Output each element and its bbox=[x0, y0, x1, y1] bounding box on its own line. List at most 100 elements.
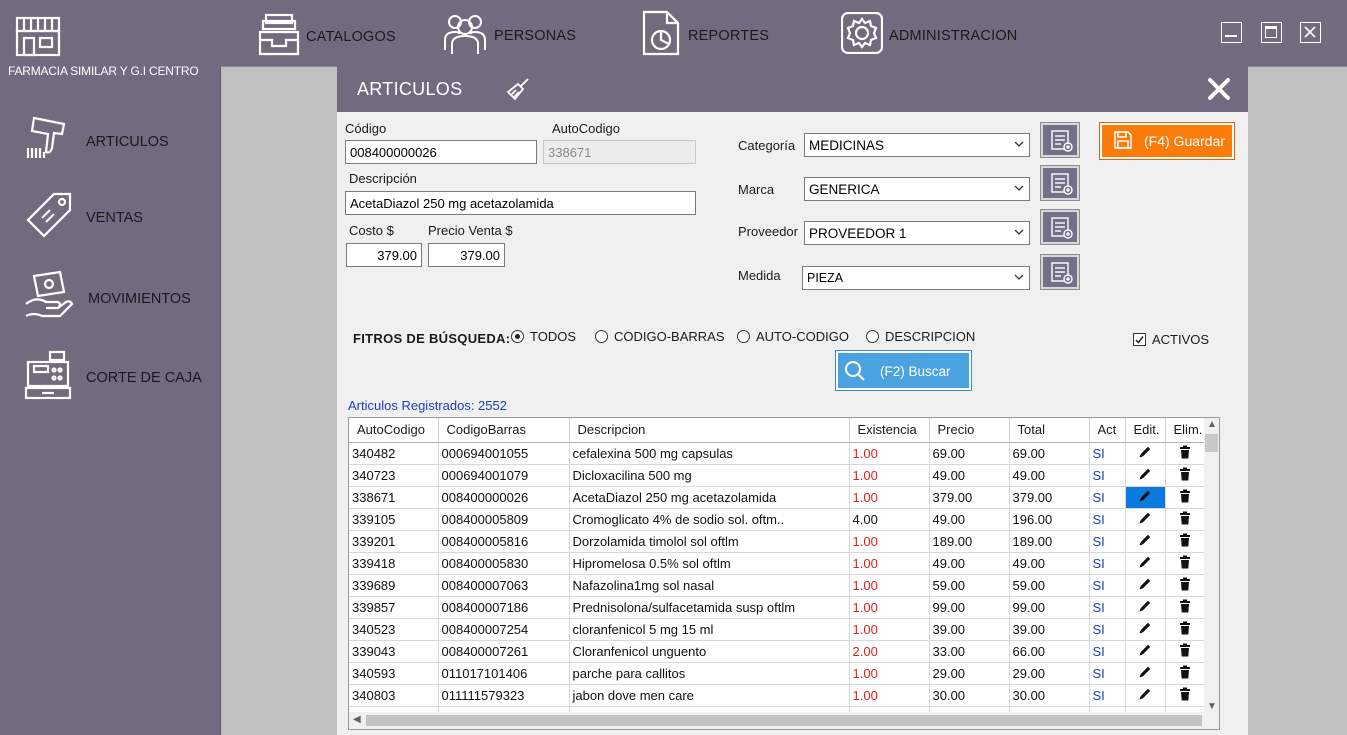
delete-row-button[interactable] bbox=[1165, 530, 1206, 553]
cell-total: 39.00 bbox=[1009, 618, 1090, 641]
costo-input[interactable]: 379.00 bbox=[346, 243, 422, 267]
edit-row-button[interactable] bbox=[1125, 442, 1166, 465]
nav-reportes[interactable]: REPORTES bbox=[641, 10, 769, 61]
delete-row-button[interactable] bbox=[1165, 464, 1206, 487]
sidebar-item-articulos[interactable]: ARTICULOS bbox=[24, 114, 169, 169]
maximize-button[interactable] bbox=[1261, 22, 1282, 43]
radio-auto-codigo[interactable]: AUTO-CODIGO bbox=[737, 329, 849, 344]
edit-row-button[interactable] bbox=[1125, 508, 1166, 531]
scroll-down-icon[interactable]: ▼ bbox=[1207, 701, 1217, 712]
pencil-icon bbox=[1139, 622, 1151, 633]
cell-act: SI bbox=[1089, 596, 1126, 619]
scroll-left-icon[interactable]: ◀ bbox=[353, 714, 361, 725]
col-precio[interactable]: Precio bbox=[929, 418, 1010, 443]
categoria-select[interactable]: MEDICINAS bbox=[804, 133, 1030, 157]
medida-select[interactable]: PIEZA bbox=[802, 266, 1030, 290]
table-row[interactable]: 339689 008400007063 Nafazolina1mg sol nasa… bbox=[349, 574, 1206, 597]
col-act[interactable]: Act bbox=[1089, 418, 1126, 443]
proveedor-label: Proveedor bbox=[738, 224, 798, 239]
cell-autocodigo: 339201 bbox=[349, 530, 439, 553]
col-descripcion[interactable]: Descripcion bbox=[569, 418, 850, 443]
window-close-button[interactable] bbox=[1300, 22, 1321, 43]
clear-broom-button[interactable] bbox=[505, 76, 531, 107]
precio-venta-input[interactable]: 379.00 bbox=[428, 243, 505, 267]
delete-row-button[interactable] bbox=[1165, 640, 1206, 663]
delete-row-button[interactable] bbox=[1165, 618, 1206, 641]
trash-icon bbox=[1180, 577, 1190, 590]
add-medida-button[interactable] bbox=[1040, 254, 1080, 290]
nav-personas[interactable]: PERSONAS bbox=[442, 10, 576, 61]
pencil-icon bbox=[1139, 666, 1151, 677]
edit-row-button[interactable] bbox=[1125, 662, 1166, 685]
table-row[interactable]: 339043 008400007261 Cloranfenicol unguento… bbox=[349, 640, 1206, 663]
col-total[interactable]: Total bbox=[1009, 418, 1090, 443]
delete-row-button[interactable] bbox=[1165, 574, 1206, 597]
radio-descripcion[interactable]: DESCRIPCION bbox=[866, 329, 975, 344]
horizontal-scroll-thumb[interactable] bbox=[366, 715, 1202, 726]
col-edit[interactable]: Edit. bbox=[1125, 418, 1166, 443]
search-button[interactable]: (F2) Buscar bbox=[835, 350, 972, 391]
descripcion-input[interactable]: AcetaDiazol 250 mg acetazolamida bbox=[345, 191, 696, 215]
edit-row-button[interactable] bbox=[1125, 486, 1166, 509]
delete-row-button[interactable] bbox=[1165, 486, 1206, 509]
delete-row-button[interactable] bbox=[1165, 508, 1206, 531]
delete-row-button[interactable] bbox=[1165, 596, 1206, 619]
minimize-button[interactable] bbox=[1221, 22, 1242, 43]
nav-catalogos[interactable]: CATALOGOS bbox=[258, 12, 396, 61]
proveedor-select[interactable]: PROVEEDOR 1 bbox=[804, 221, 1030, 245]
panel-close-button[interactable] bbox=[1206, 76, 1232, 107]
nav-catalogos-label: CATALOGOS bbox=[306, 28, 396, 45]
cell-precio: 59.00 bbox=[929, 574, 1010, 597]
table-row[interactable]: 338671 008400000026 AcetaDiazol 250 mg ace… bbox=[349, 486, 1206, 509]
marca-select[interactable]: GENERICA bbox=[804, 177, 1030, 201]
add-categoria-button[interactable] bbox=[1040, 122, 1080, 158]
edit-row-button[interactable] bbox=[1125, 574, 1166, 597]
cell-total: 49.00 bbox=[1009, 552, 1090, 575]
col-existencia[interactable]: Existencia bbox=[849, 418, 930, 443]
horizontal-scrollbar[interactable]: ◀ bbox=[349, 712, 1219, 729]
table-row[interactable]: 340482 000694001055 cefalexina 500 mg caps… bbox=[349, 442, 1206, 465]
radio-codigo-barras[interactable]: CODIGO-BARRAS bbox=[595, 329, 725, 344]
sidebar-item-corte-de-caja[interactable]: CORTE DE CAJA bbox=[24, 350, 202, 405]
vertical-scrollbar[interactable]: ▲ ▼ bbox=[1204, 418, 1219, 714]
table-row[interactable]: 339201 008400005816 Dorzolamida timolol so… bbox=[349, 530, 1206, 553]
col-elim[interactable]: Elim. bbox=[1165, 418, 1206, 443]
sidebar-item-ventas[interactable]: VENTAS bbox=[24, 190, 143, 245]
codigo-input[interactable]: 008400000026 bbox=[345, 140, 537, 164]
table-row[interactable]: 339418 008400005830 Hipromelosa 0.5% sol o… bbox=[349, 552, 1206, 575]
edit-row-button[interactable] bbox=[1125, 596, 1166, 619]
save-button[interactable]: (F4) Guardar bbox=[1099, 122, 1235, 160]
table-row[interactable]: 340723 000694001079 Dicloxacilina 500 mg 1.… bbox=[349, 464, 1206, 487]
articles-grid[interactable]: AutoCodigo CodigoBarras Descripcion Exis… bbox=[348, 417, 1220, 730]
radio-todos[interactable]: TODOS bbox=[511, 329, 576, 344]
activos-checkbox[interactable]: ACTIVOS bbox=[1133, 332, 1209, 347]
nav-administracion[interactable]: ADMINISTRACION bbox=[840, 11, 1017, 59]
scroll-up-icon[interactable]: ▲ bbox=[1207, 419, 1217, 430]
cell-descripcion: AcetaDiazol 250 mg acetazolamida bbox=[569, 486, 850, 509]
table-row[interactable]: 339857 008400007186 Prednisolona/sulfaceta… bbox=[349, 596, 1206, 619]
vertical-scroll-thumb[interactable] bbox=[1205, 434, 1218, 452]
edit-row-button[interactable] bbox=[1125, 640, 1166, 663]
col-codigobarras[interactable]: CodigoBarras bbox=[438, 418, 570, 443]
edit-row-button[interactable] bbox=[1125, 684, 1166, 707]
delete-row-button[interactable] bbox=[1165, 442, 1206, 465]
cell-existencia: 4.00 bbox=[849, 508, 930, 531]
delete-row-button[interactable] bbox=[1165, 662, 1206, 685]
table-row[interactable]: 340523 008400007254 cloranfenicol 5 mg 15 … bbox=[349, 618, 1206, 641]
table-row[interactable]: 340593 011017101406 parche para callitos 1.… bbox=[349, 662, 1206, 685]
pencil-icon bbox=[1139, 556, 1151, 567]
radio-codigo-barras-label: CODIGO-BARRAS bbox=[614, 329, 725, 344]
table-row[interactable]: 339105 008400005809 Cromoglicato 4% de sod… bbox=[349, 508, 1206, 531]
col-autocodigo[interactable]: AutoCodigo bbox=[349, 418, 439, 443]
delete-row-button[interactable] bbox=[1165, 552, 1206, 575]
add-marca-button[interactable] bbox=[1040, 165, 1080, 201]
cell-autocodigo: 338671 bbox=[349, 486, 439, 509]
table-row[interactable]: 340803 011111579323 jabon dove men care 1.0… bbox=[349, 684, 1206, 707]
edit-row-button[interactable] bbox=[1125, 618, 1166, 641]
add-proveedor-button[interactable] bbox=[1040, 209, 1080, 245]
edit-row-button[interactable] bbox=[1125, 530, 1166, 553]
edit-row-button[interactable] bbox=[1125, 552, 1166, 575]
edit-row-button[interactable] bbox=[1125, 464, 1166, 487]
delete-row-button[interactable] bbox=[1165, 684, 1206, 707]
sidebar-item-movimientos[interactable]: MOVIMIENTOS bbox=[24, 270, 191, 327]
